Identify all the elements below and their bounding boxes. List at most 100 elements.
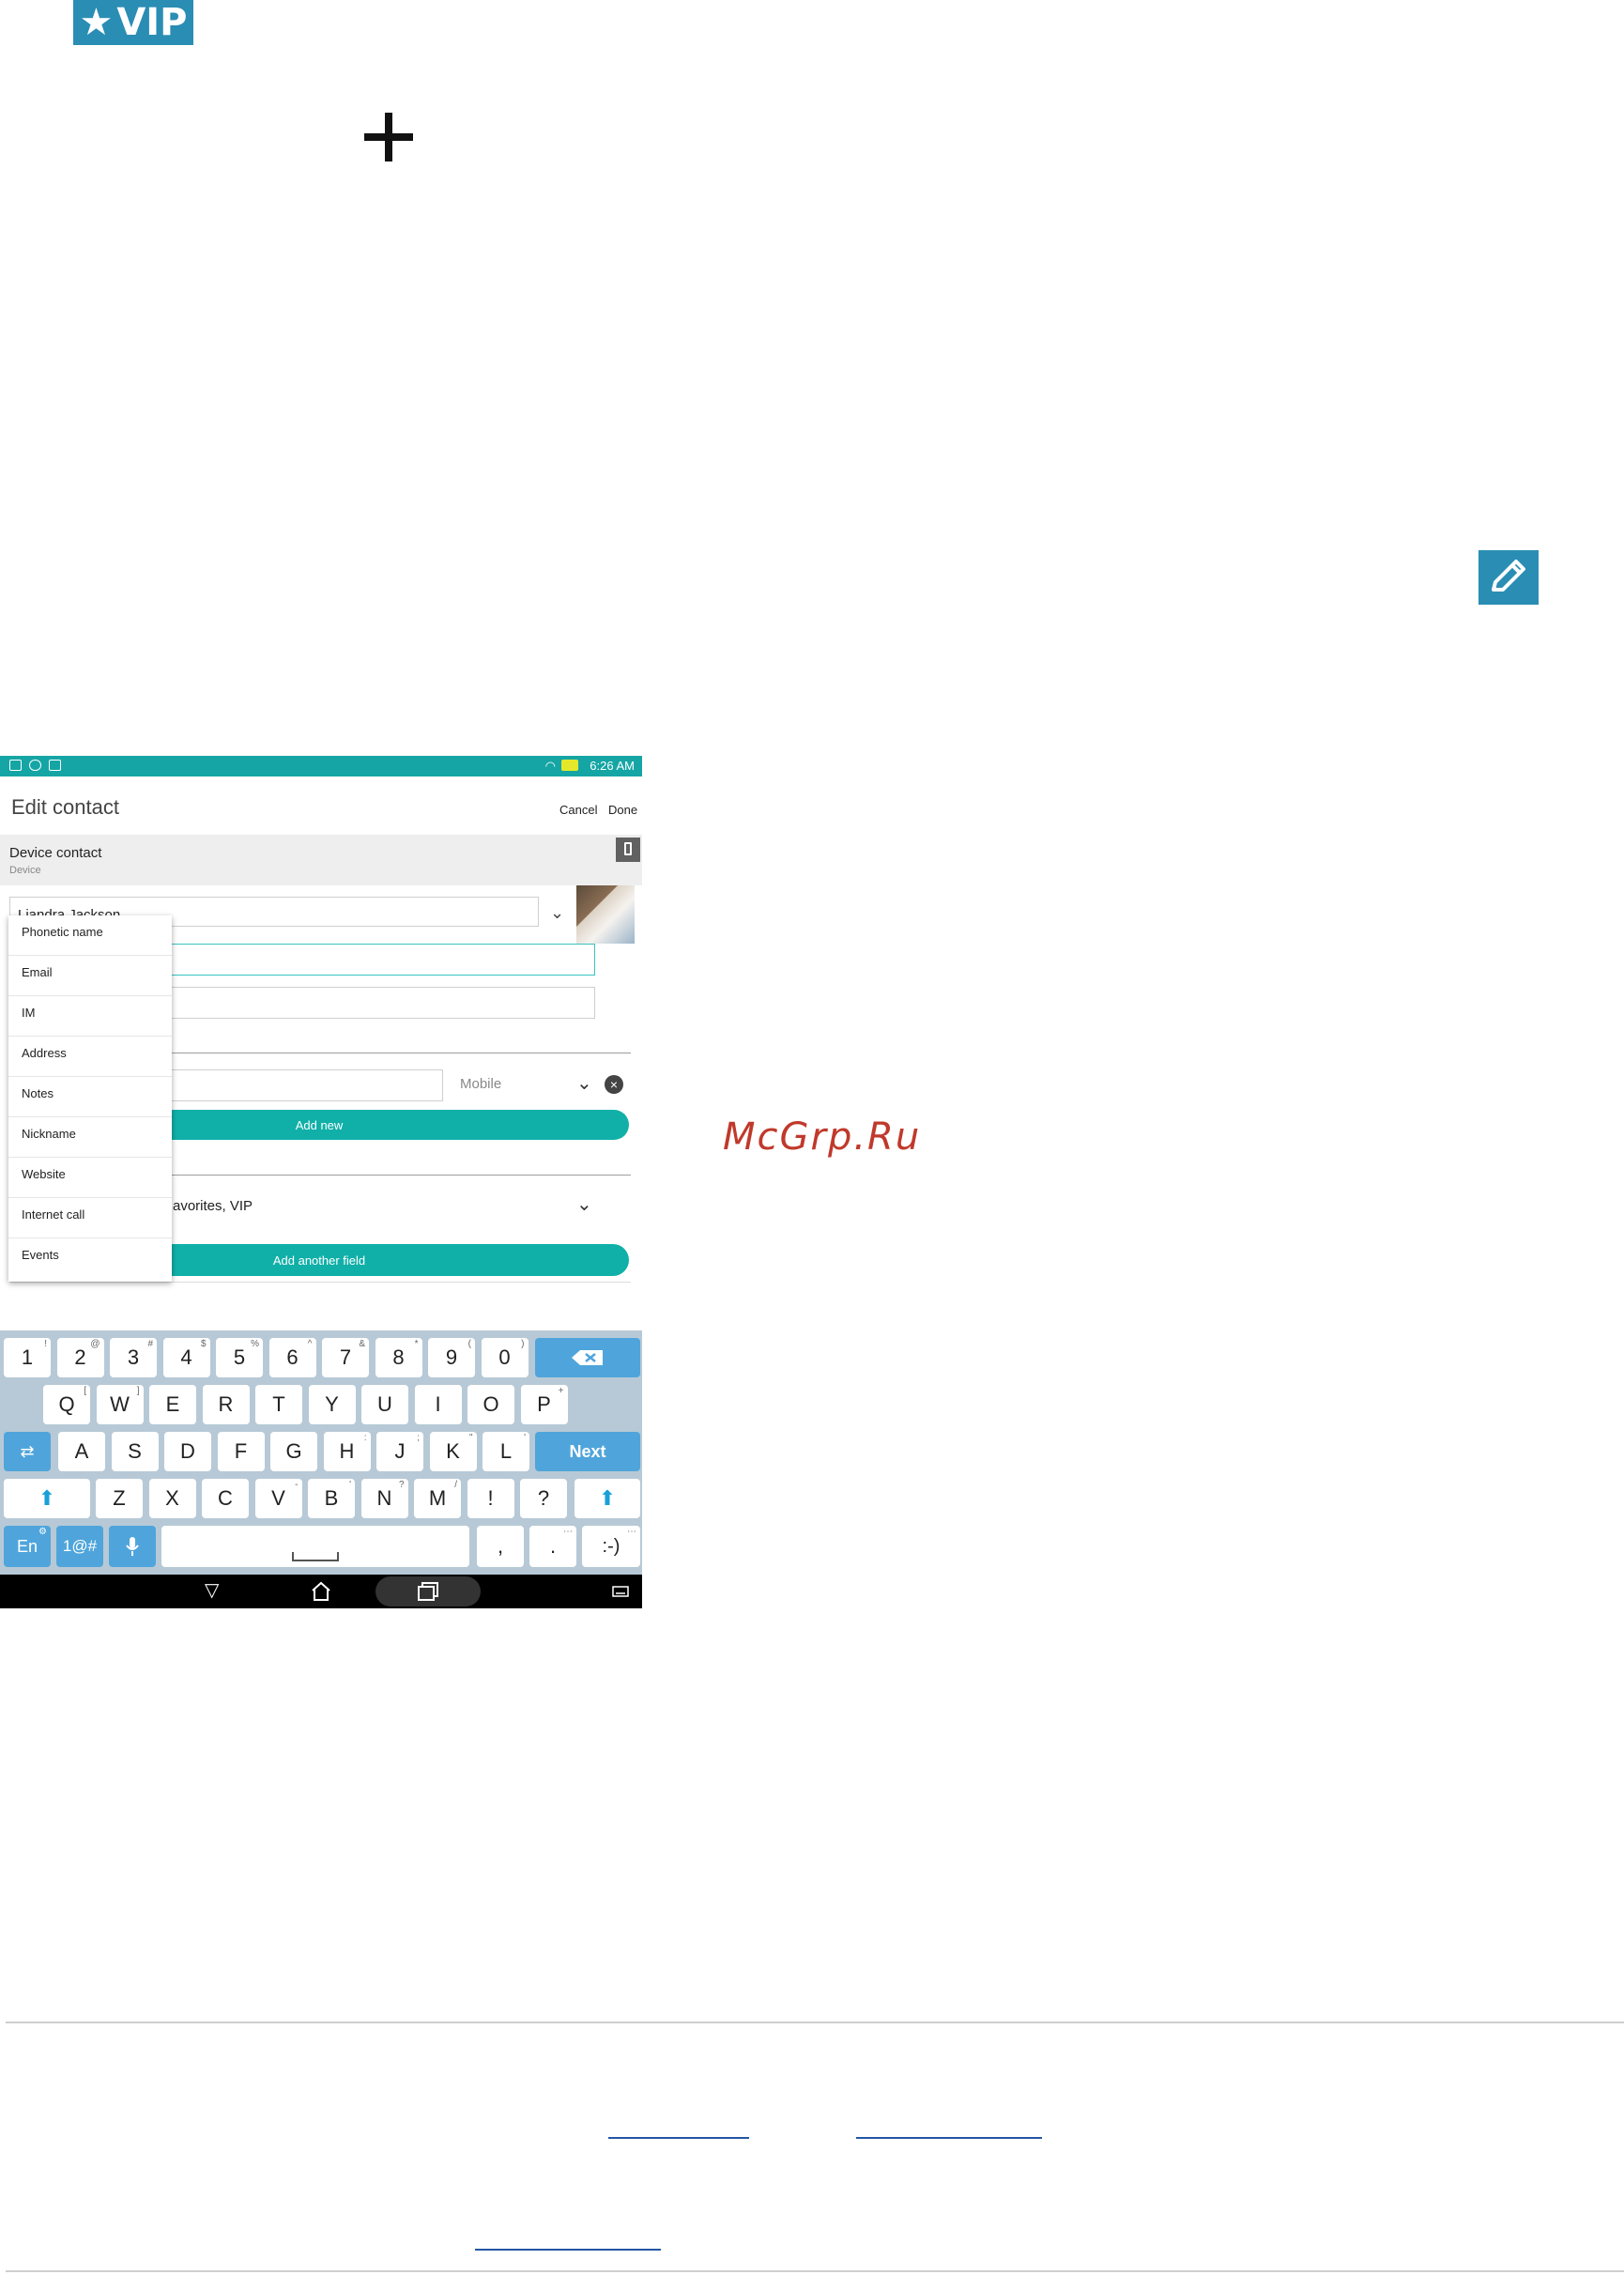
- menu-item-website[interactable]: Website: [8, 1158, 172, 1198]
- key[interactable]: S: [111, 1432, 159, 1471]
- key-label: E: [165, 1392, 180, 1416]
- key-secondary-label: ]: [136, 1386, 140, 1396]
- key-label: B: [324, 1486, 339, 1510]
- edit-badge: [1478, 550, 1539, 605]
- period-key[interactable]: . ⋯: [529, 1526, 576, 1567]
- menu-item-im[interactable]: IM: [8, 996, 172, 1037]
- key[interactable]: I: [414, 1385, 462, 1424]
- key[interactable]: P +: [520, 1385, 568, 1424]
- menu-item-email[interactable]: Email: [8, 956, 172, 996]
- key[interactable]: J;: [376, 1432, 423, 1471]
- key-label: M: [428, 1486, 447, 1510]
- cancel-button[interactable]: Cancel: [559, 803, 597, 817]
- key[interactable]: A: [58, 1432, 105, 1471]
- key[interactable]: 5%: [216, 1338, 263, 1377]
- menu-item-phonetic-name[interactable]: Phonetic name: [8, 915, 172, 956]
- key[interactable]: 3 #: [110, 1338, 157, 1377]
- key[interactable]: U: [361, 1385, 408, 1424]
- more-icon: ⋯: [563, 1527, 573, 1537]
- page-title: Edit contact: [11, 795, 119, 819]
- key[interactable]: 9(: [428, 1338, 475, 1377]
- key[interactable]: D: [164, 1432, 211, 1471]
- phone-type[interactable]: Mobile: [460, 1076, 501, 1092]
- chevron-down-icon[interactable]: ⌄: [550, 903, 564, 923]
- emoji-key[interactable]: :-) ⋯: [582, 1526, 640, 1567]
- key[interactable]: C: [202, 1479, 249, 1518]
- phone-input[interactable]: [169, 1069, 443, 1101]
- menu-item-address[interactable]: Address: [8, 1037, 172, 1077]
- keyboard-icon[interactable]: [612, 1586, 629, 1597]
- key-secondary-label: &: [359, 1339, 365, 1349]
- key-label: T: [272, 1392, 285, 1416]
- link-underline[interactable]: [475, 2249, 661, 2251]
- menu-item-events[interactable]: Events: [8, 1238, 172, 1279]
- key-label: S: [128, 1439, 142, 1463]
- key[interactable]: T: [255, 1385, 302, 1424]
- menu-item-internet-call[interactable]: Internet call: [8, 1198, 172, 1238]
- key[interactable]: X: [148, 1479, 196, 1518]
- remove-icon[interactable]: ×: [605, 1075, 623, 1094]
- device-icon[interactable]: [616, 838, 640, 862]
- key[interactable]: W]: [96, 1385, 144, 1424]
- key-label: H: [339, 1439, 355, 1463]
- link-underline[interactable]: [856, 2137, 1042, 2139]
- key[interactable]: G: [270, 1432, 317, 1471]
- key[interactable]: 6 ^: [268, 1338, 316, 1377]
- shift-key-right[interactable]: ⬆: [575, 1479, 640, 1518]
- watermark: McGrp.Ru: [723, 1115, 922, 1159]
- key[interactable]: !: [467, 1479, 514, 1518]
- chevron-down-icon[interactable]: ⌄: [576, 1192, 592, 1216]
- key[interactable]: F: [217, 1432, 265, 1471]
- groups-value[interactable]: avorites, VIP: [173, 1198, 253, 1214]
- space-key[interactable]: [161, 1526, 469, 1567]
- menu-item-notes[interactable]: Notes: [8, 1077, 172, 1117]
- gear-icon: ⚙: [38, 1527, 47, 1537]
- key[interactable]: ?: [520, 1479, 567, 1518]
- contact-photo[interactable]: [576, 885, 635, 944]
- key[interactable]: L ': [483, 1432, 529, 1471]
- key[interactable]: B ': [308, 1479, 355, 1518]
- shift-key-left[interactable]: ⬆: [4, 1479, 90, 1518]
- comma-key[interactable]: ,: [477, 1526, 524, 1567]
- key-label: L: [499, 1439, 513, 1463]
- vip-badge: ★ VIP: [73, 0, 193, 45]
- key[interactable]: K ": [429, 1432, 477, 1471]
- key[interactable]: R: [202, 1385, 250, 1424]
- menu-item-nickname[interactable]: Nickname: [8, 1117, 172, 1158]
- key[interactable]: 7 &: [322, 1338, 369, 1377]
- account-type: Device: [9, 865, 41, 876]
- back-icon[interactable]: ▽: [205, 1578, 219, 1602]
- key[interactable]: 4 $: [162, 1338, 210, 1377]
- key[interactable]: 0): [481, 1338, 529, 1377]
- key-secondary-label: /: [454, 1480, 457, 1490]
- microphone-key[interactable]: [109, 1526, 156, 1567]
- done-button[interactable]: Done: [608, 803, 637, 817]
- key[interactable]: 8 *: [375, 1338, 422, 1377]
- language-key[interactable]: En ⚙: [4, 1526, 51, 1567]
- key[interactable]: V-: [254, 1479, 302, 1518]
- image-icon: [49, 760, 61, 771]
- key[interactable]: Z: [96, 1479, 143, 1518]
- key[interactable]: E: [149, 1385, 196, 1424]
- chevron-down-icon[interactable]: ⌄: [576, 1071, 592, 1095]
- key[interactable]: H:: [323, 1432, 371, 1471]
- key[interactable]: 2 @: [56, 1338, 104, 1377]
- link-underline[interactable]: [608, 2137, 749, 2139]
- symbols-key[interactable]: 1@#: [56, 1526, 103, 1567]
- next-key[interactable]: Next: [535, 1432, 640, 1471]
- key-label: G: [285, 1439, 302, 1463]
- home-icon[interactable]: [310, 1580, 332, 1603]
- key[interactable]: Y: [308, 1385, 356, 1424]
- key[interactable]: O: [467, 1385, 514, 1424]
- key[interactable]: Q[: [43, 1385, 90, 1424]
- recents-icon[interactable]: [417, 1581, 439, 1602]
- key-secondary-label: [: [84, 1386, 86, 1396]
- key[interactable]: N?: [360, 1479, 408, 1518]
- key-secondary-label: @: [90, 1339, 100, 1349]
- backspace-key[interactable]: [535, 1338, 640, 1377]
- key-label: !: [487, 1486, 494, 1510]
- key[interactable]: 1!: [4, 1338, 51, 1377]
- tab-key[interactable]: ⇄: [4, 1432, 51, 1471]
- key[interactable]: M /: [414, 1479, 461, 1518]
- key-label: C: [218, 1486, 233, 1510]
